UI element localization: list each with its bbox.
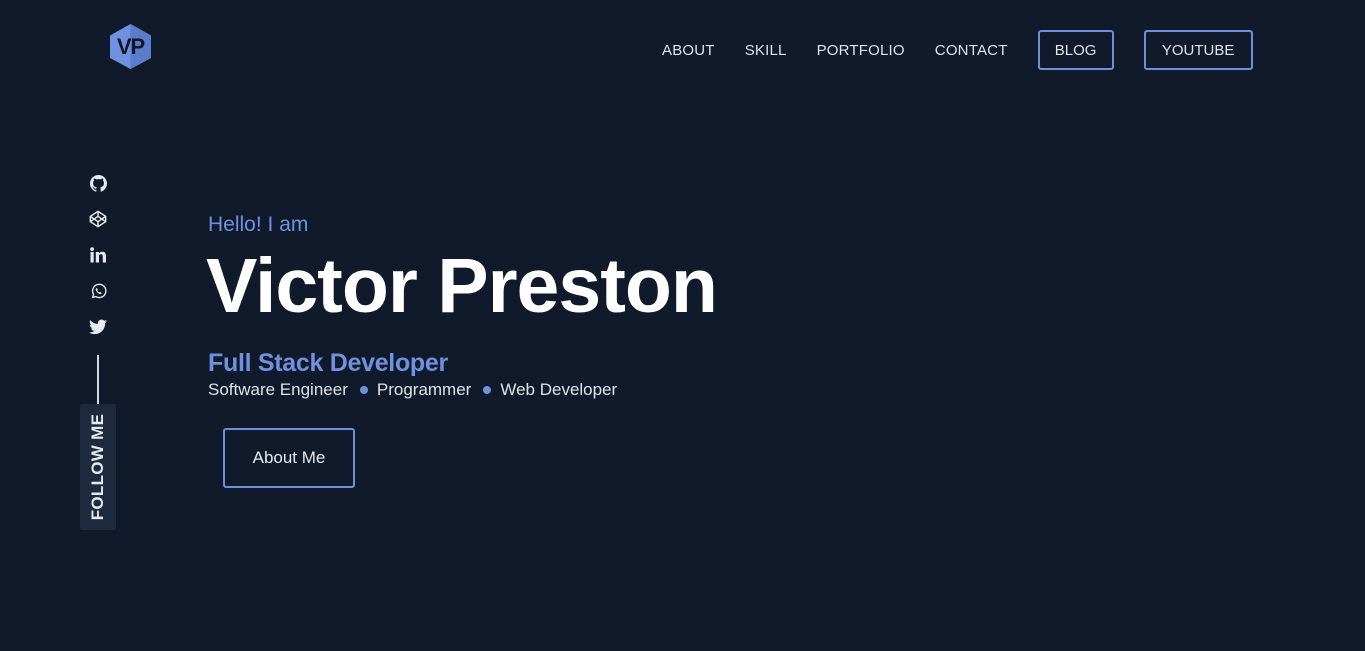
twitter-icon[interactable]: [86, 315, 110, 339]
nav-link-about[interactable]: ABOUT: [662, 42, 715, 59]
logo[interactable]: VP: [109, 23, 152, 70]
codepen-icon[interactable]: [86, 207, 110, 231]
hero-greeting: Hello! I am: [208, 213, 309, 236]
hero-role: Full Stack Developer: [208, 349, 448, 377]
youtube-button[interactable]: YOUTUBE: [1143, 30, 1253, 70]
bullet-dot-icon: [359, 386, 368, 394]
main-nav: ABOUT SKILL PORTFOLIO CONTACT BLOG YOUTU…: [662, 30, 1253, 70]
skill-item: Web Developer: [500, 380, 618, 399]
whatsapp-icon[interactable]: [86, 279, 110, 303]
blog-button[interactable]: BLOG: [1037, 30, 1114, 70]
github-icon[interactable]: [86, 171, 110, 195]
hero-name: Victor Preston: [206, 243, 718, 329]
logo-text: VP: [116, 33, 145, 59]
social-links: [86, 171, 110, 351]
nav-link-portfolio[interactable]: PORTFOLIO: [817, 42, 905, 59]
page: VP ABOUT SKILL PORTFOLIO CONTACT BLOG YO…: [0, 0, 1365, 651]
skill-item: Programmer: [376, 380, 472, 399]
bullet-dot-icon: [483, 386, 492, 394]
nav-link-contact[interactable]: CONTACT: [935, 42, 1008, 59]
follow-me-label: FOLLOW ME: [88, 413, 107, 521]
skill-item: Software Engineer: [208, 380, 348, 399]
follow-divider-line: [97, 355, 99, 404]
hero-skills: Software Engineer Programmer Web Develop…: [208, 380, 617, 400]
about-me-button[interactable]: About Me: [223, 428, 355, 488]
nav-link-skill[interactable]: SKILL: [745, 42, 787, 59]
linkedin-icon[interactable]: [86, 243, 110, 267]
